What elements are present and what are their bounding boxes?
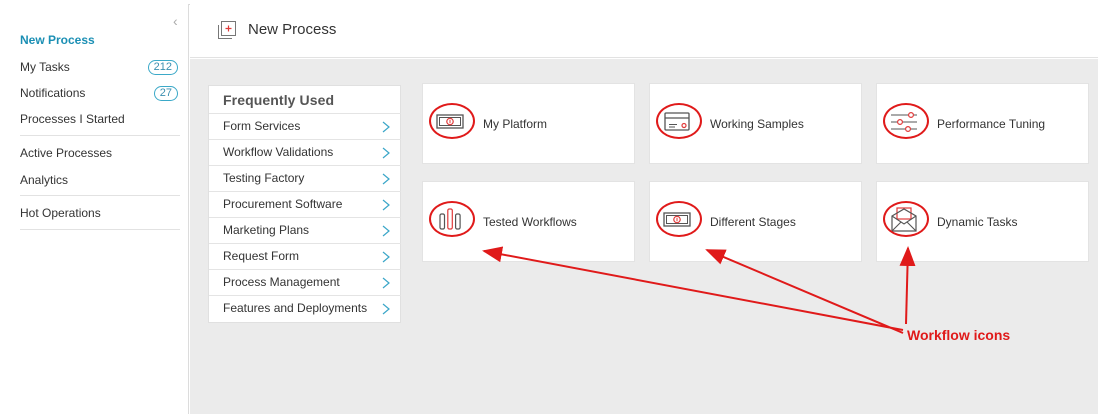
list-item-label: Features and Deployments [223,301,368,315]
frequently-used-list: Form Services Workflow Validations Testi… [209,113,401,321]
sidebar-item-label: Hot Operations [20,206,101,220]
chevron-right-icon [382,225,390,237]
highlight-oval [656,201,702,237]
frequently-used-panel: Frequently Used Form Services Workflow V… [208,85,401,323]
list-item-label: Request Form [223,249,300,263]
tile-label: Different Stages [710,215,796,229]
process-tile-my-platform[interactable]: My Platform [422,83,635,164]
list-item-label: Process Management [223,275,340,289]
collapse-sidebar-icon[interactable]: ‹ [173,14,178,28]
list-item[interactable]: Marketing Plans [209,217,401,243]
sidebar: ‹ New Process My Tasks 212 Notifications… [6,4,189,414]
list-item[interactable]: Form Services [209,113,401,139]
highlight-oval [429,103,475,139]
page-header: New Process [190,4,1098,58]
chevron-right-icon [382,147,390,159]
sidebar-item-hot-operations[interactable]: Hot Operations [20,203,176,223]
chevron-right-icon [382,251,390,263]
chevron-right-icon [382,303,390,315]
sidebar-item-my-tasks[interactable]: My Tasks 212 [20,57,178,77]
process-tile-tested-workflows[interactable]: Tested Workflows [422,181,635,262]
list-item-label: Marketing Plans [223,223,310,237]
count-badge: 27 [153,86,178,101]
list-item[interactable]: Process Management [209,269,401,295]
sidebar-divider [20,195,180,196]
annotation-label: Workflow icons [907,327,1011,343]
sidebar-item-processes-i-started[interactable]: Processes I Started [20,109,176,129]
sidebar-divider [20,229,180,230]
sidebar-item-notifications[interactable]: Notifications 27 [20,83,178,103]
sidebar-item-label: Processes I Started [20,112,125,126]
count-badge: 212 [147,60,178,75]
list-item-label: Form Services [223,119,301,133]
process-tile-working-samples[interactable]: Working Samples [649,83,862,164]
highlight-oval [429,201,475,237]
tile-label: Performance Tuning [937,117,1046,131]
tile-label: My Platform [483,117,548,131]
list-item[interactable]: Workflow Validations [209,139,401,165]
chevron-right-icon [382,199,390,211]
process-tile-different-stages[interactable]: Different Stages [649,181,862,262]
highlight-oval [883,103,929,139]
new-process-icon [218,21,236,39]
chevron-right-icon [382,277,390,289]
sidebar-divider [20,135,180,136]
list-item-label: Procurement Software [223,197,343,211]
list-item[interactable]: Request Form [209,243,401,269]
chevron-right-icon [382,173,390,185]
sidebar-item-new-process[interactable]: New Process [20,30,176,50]
list-item[interactable]: Testing Factory [209,165,401,191]
list-item[interactable]: Features and Deployments [209,295,401,321]
list-item[interactable]: Procurement Software [209,191,401,217]
sidebar-item-active-processes[interactable]: Active Processes [20,143,176,163]
sidebar-item-analytics[interactable]: Analytics [20,170,176,190]
sidebar-item-label: My Tasks [20,60,70,74]
sidebar-item-label: Active Processes [20,146,113,160]
list-item-label: Testing Factory [223,171,305,185]
tile-label: Working Samples [710,117,804,131]
highlight-oval [883,201,929,237]
panel-title: Frequently Used [223,92,335,108]
chevron-right-icon [382,121,390,133]
highlight-oval [656,103,702,139]
tile-label: Tested Workflows [483,215,577,229]
sidebar-item-label: Analytics [20,173,69,187]
sidebar-item-label: New Process [20,33,95,47]
process-tile-dynamic-tasks[interactable]: Dynamic Tasks [876,181,1089,262]
page-title: New Process [248,21,337,38]
process-tile-performance-tuning[interactable]: Performance Tuning [876,83,1089,164]
list-item-label: Workflow Validations [223,145,334,159]
tile-label: Dynamic Tasks [937,215,1018,229]
sidebar-item-label: Notifications [20,86,86,100]
